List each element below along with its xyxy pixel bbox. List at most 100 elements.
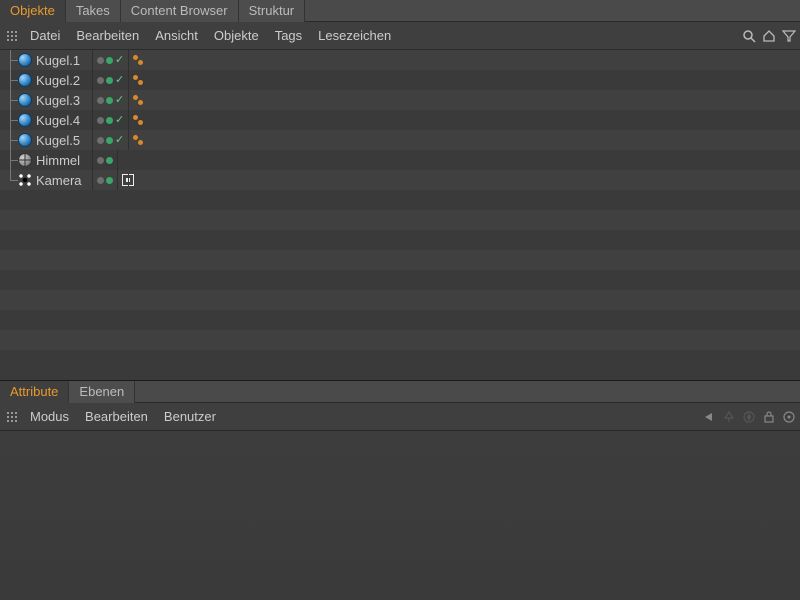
tree-branch-icon (6, 170, 18, 190)
check-icon[interactable]: ✓ (115, 115, 124, 126)
tab-takes[interactable]: Takes (66, 0, 121, 22)
object-row[interactable]: Kugel.3 ✓ (0, 90, 800, 110)
empty-row (0, 270, 800, 290)
menu-objekte[interactable]: Objekte (206, 24, 267, 47)
object-label[interactable]: Kugel.4 (36, 113, 80, 128)
visibility-dot[interactable] (106, 77, 113, 84)
tag-cell (128, 130, 800, 150)
sphere-icon (18, 93, 32, 107)
empty-row (0, 330, 800, 350)
menu-bearbeiten-2[interactable]: Bearbeiten (77, 405, 156, 428)
visibility-dot[interactable] (97, 137, 104, 144)
dynamics-tag-icon[interactable] (133, 95, 143, 105)
target-tag-icon[interactable] (122, 174, 134, 186)
dynamics-tag-icon[interactable] (133, 75, 143, 85)
visibility-dot[interactable] (106, 117, 113, 124)
dynamics-tag-icon[interactable] (133, 115, 143, 125)
object-label[interactable]: Kugel.2 (36, 73, 80, 88)
empty-row (0, 250, 800, 270)
attribute-tab-bar: Attribute Ebenen (0, 381, 800, 403)
object-row[interactable]: Kugel.4 ✓ (0, 110, 800, 130)
home-icon[interactable] (762, 29, 776, 43)
attribute-menu-bar: Modus Bearbeiten Benutzer (0, 403, 800, 431)
check-icon[interactable]: ✓ (115, 95, 124, 106)
visibility-dot[interactable] (106, 97, 113, 104)
object-label[interactable]: Kugel.3 (36, 93, 80, 108)
empty-row (0, 210, 800, 230)
object-row[interactable]: Himmel (0, 150, 800, 170)
nav-arrow-icon[interactable] (702, 410, 716, 424)
panel-grip-icon[interactable] (6, 29, 18, 43)
attribute-panel: Attribute Ebenen Modus Bearbeiten Benutz… (0, 380, 800, 600)
tab-attribute[interactable]: Attribute (0, 381, 69, 403)
target-icon[interactable] (782, 410, 796, 424)
funnel-icon[interactable] (782, 29, 796, 43)
tab-objekte[interactable]: Objekte (0, 0, 66, 22)
menu-modus[interactable]: Modus (22, 405, 77, 428)
check-icon[interactable]: ✓ (115, 75, 124, 86)
menu-benutzer[interactable]: Benutzer (156, 405, 224, 428)
visibility-flags[interactable]: ✓ (92, 90, 128, 110)
tree-branch-icon (6, 50, 18, 70)
visibility-dot[interactable] (106, 57, 113, 64)
object-row[interactable]: Kugel.1 ✓ (0, 50, 800, 70)
tag-cell (128, 90, 800, 110)
camera-icon (18, 173, 32, 187)
lock-icon[interactable] (762, 410, 776, 424)
object-row[interactable]: Kugel.2 ✓ (0, 70, 800, 90)
tab-ebenen[interactable]: Ebenen (69, 381, 135, 403)
tag-cell (128, 70, 800, 90)
visibility-flags[interactable] (92, 150, 117, 170)
visibility-dot[interactable] (97, 77, 104, 84)
object-row[interactable]: Kugel.5 ✓ (0, 130, 800, 150)
visibility-flags[interactable] (92, 170, 117, 190)
empty-row (0, 190, 800, 210)
object-row[interactable]: Kamera (0, 170, 800, 190)
tree-branch-icon (6, 150, 18, 170)
object-label[interactable]: Kamera (36, 173, 82, 188)
tag-cell (117, 150, 800, 170)
visibility-dot[interactable] (106, 177, 113, 184)
tag-cell (128, 50, 800, 70)
visibility-dot[interactable] (97, 97, 104, 104)
dynamics-tag-icon[interactable] (133, 135, 143, 145)
visibility-dot[interactable] (97, 117, 104, 124)
up-arrow-icon[interactable] (722, 410, 736, 424)
visibility-dot[interactable] (97, 157, 104, 164)
dynamics-tag-icon[interactable] (133, 55, 143, 65)
check-icon[interactable]: ✓ (115, 55, 124, 66)
sphere-icon (18, 53, 32, 67)
sky-icon (18, 153, 32, 167)
visibility-dot[interactable] (97, 177, 104, 184)
visibility-flags[interactable]: ✓ (92, 50, 128, 70)
empty-row (0, 230, 800, 250)
visibility-flags[interactable]: ✓ (92, 70, 128, 90)
object-label[interactable]: Kugel.1 (36, 53, 80, 68)
object-label[interactable]: Kugel.5 (36, 133, 80, 148)
menu-ansicht[interactable]: Ansicht (147, 24, 206, 47)
tree-branch-icon (6, 90, 18, 110)
visibility-flags[interactable]: ✓ (92, 130, 128, 150)
sphere-icon (18, 133, 32, 147)
tab-struktur[interactable]: Struktur (239, 0, 306, 22)
empty-row (0, 350, 800, 370)
search-icon[interactable] (742, 29, 756, 43)
menu-datei[interactable]: Datei (22, 24, 68, 47)
object-menu-bar: Datei Bearbeiten Ansicht Objekte Tags Le… (0, 22, 800, 50)
visibility-dot[interactable] (106, 137, 113, 144)
menu-tags[interactable]: Tags (267, 24, 310, 47)
empty-row (0, 310, 800, 330)
check-icon[interactable]: ✓ (115, 135, 124, 146)
visibility-flags[interactable]: ✓ (92, 110, 128, 130)
compass-icon[interactable] (742, 410, 756, 424)
visibility-dot[interactable] (106, 157, 113, 164)
sphere-icon (18, 73, 32, 87)
tab-content-browser[interactable]: Content Browser (121, 0, 239, 22)
menu-bearbeiten[interactable]: Bearbeiten (68, 24, 147, 47)
panel-grip-icon[interactable] (6, 410, 18, 424)
visibility-dot[interactable] (97, 57, 104, 64)
menu-lesezeichen[interactable]: Lesezeichen (310, 24, 399, 47)
sphere-icon (18, 113, 32, 127)
object-label[interactable]: Himmel (36, 153, 80, 168)
tag-cell (128, 110, 800, 130)
